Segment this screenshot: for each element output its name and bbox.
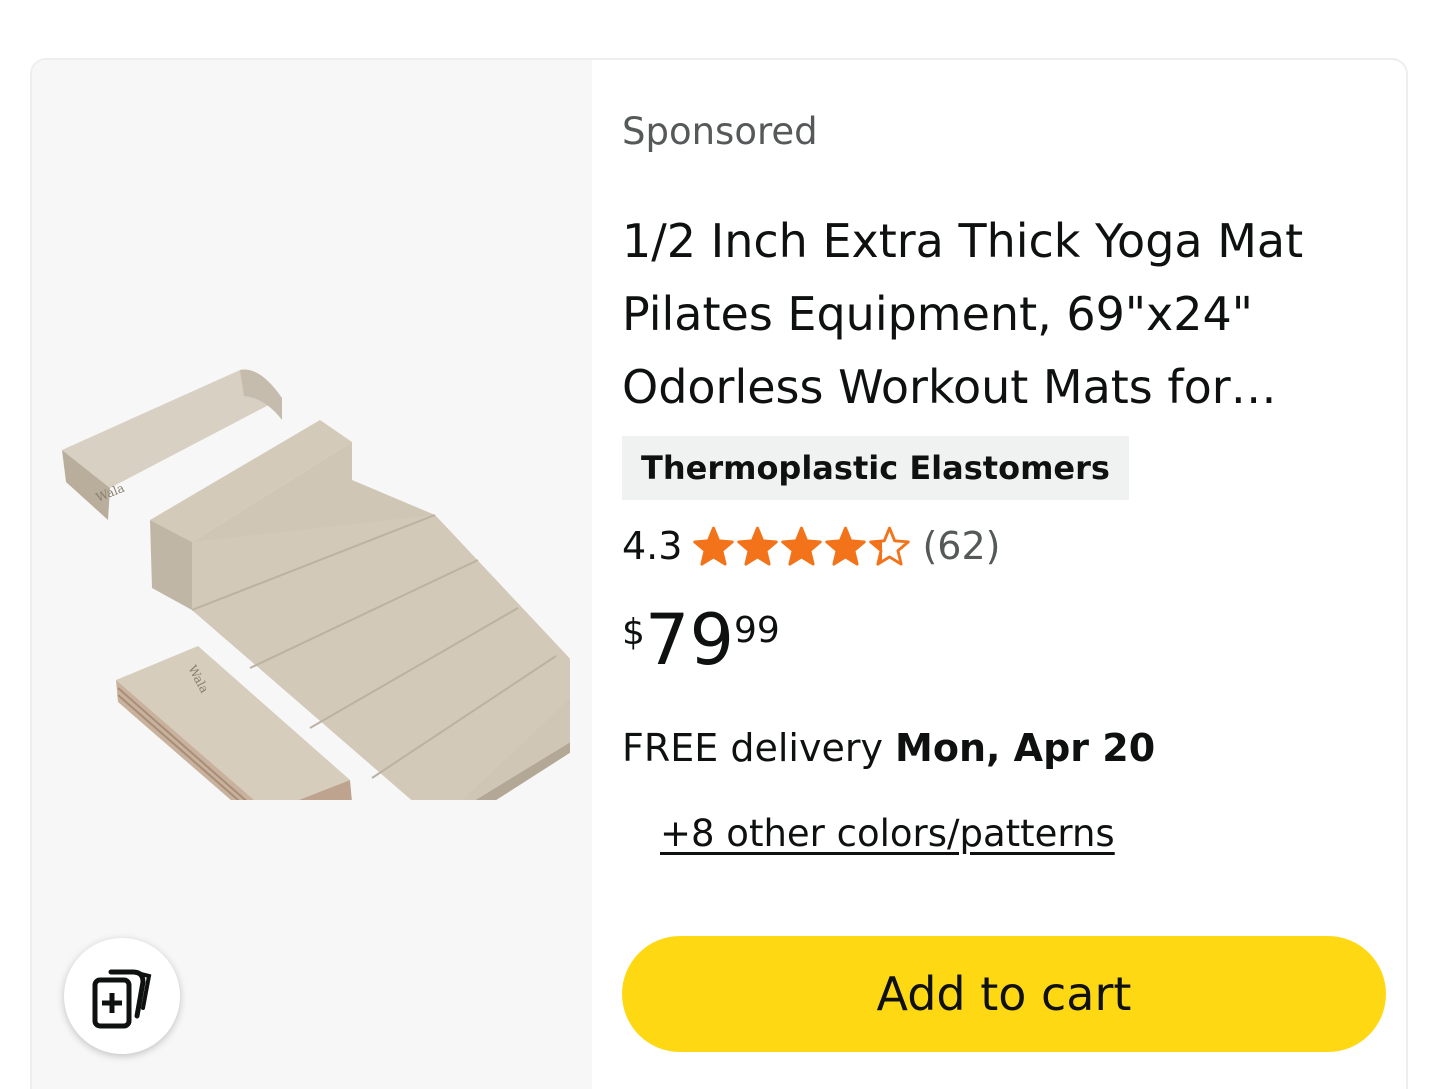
compare-cards-icon bbox=[92, 969, 152, 1029]
delivery-date: Mon, Apr 20 bbox=[895, 726, 1156, 770]
material-badge: Thermoplastic Elastomers bbox=[622, 436, 1129, 500]
rating-stars[interactable] bbox=[692, 525, 912, 567]
rating-row[interactable]: 4.3 (62) bbox=[622, 520, 1000, 572]
product-image[interactable]: Wala Wala bbox=[60, 350, 570, 800]
star-icon bbox=[781, 526, 823, 566]
product-title[interactable]: 1/2 Inch Extra Thick Yoga Mat Pilates Eq… bbox=[622, 205, 1342, 424]
price-whole: 79 bbox=[644, 599, 734, 681]
rating-count[interactable]: (62) bbox=[922, 524, 1000, 568]
rating-value: 4.3 bbox=[622, 524, 683, 568]
price-fraction: 99 bbox=[733, 610, 780, 651]
sponsored-label: Sponsored bbox=[622, 110, 818, 153]
other-colors-link[interactable]: +8 other colors/patterns bbox=[660, 812, 1115, 855]
product-image-panel[interactable]: Wala Wala bbox=[32, 60, 592, 1089]
delivery-info: FREE delivery Mon, Apr 20 bbox=[622, 726, 1155, 770]
price-symbol: $ bbox=[622, 612, 645, 653]
price: $ 79 99 bbox=[622, 598, 780, 682]
star-icon bbox=[693, 526, 735, 566]
add-to-cart-button[interactable]: Add to cart bbox=[622, 936, 1386, 1052]
compare-button[interactable] bbox=[64, 938, 180, 1054]
delivery-prefix: FREE delivery bbox=[622, 726, 896, 770]
product-info: Sponsored 1/2 Inch Extra Thick Yoga Mat … bbox=[622, 60, 1406, 1089]
product-card[interactable]: Wala Wala Sponsored 1/2 Inch Extra Thick… bbox=[30, 58, 1408, 1089]
star-icon bbox=[825, 526, 867, 566]
star-icon bbox=[869, 526, 911, 566]
star-icon bbox=[737, 526, 779, 566]
